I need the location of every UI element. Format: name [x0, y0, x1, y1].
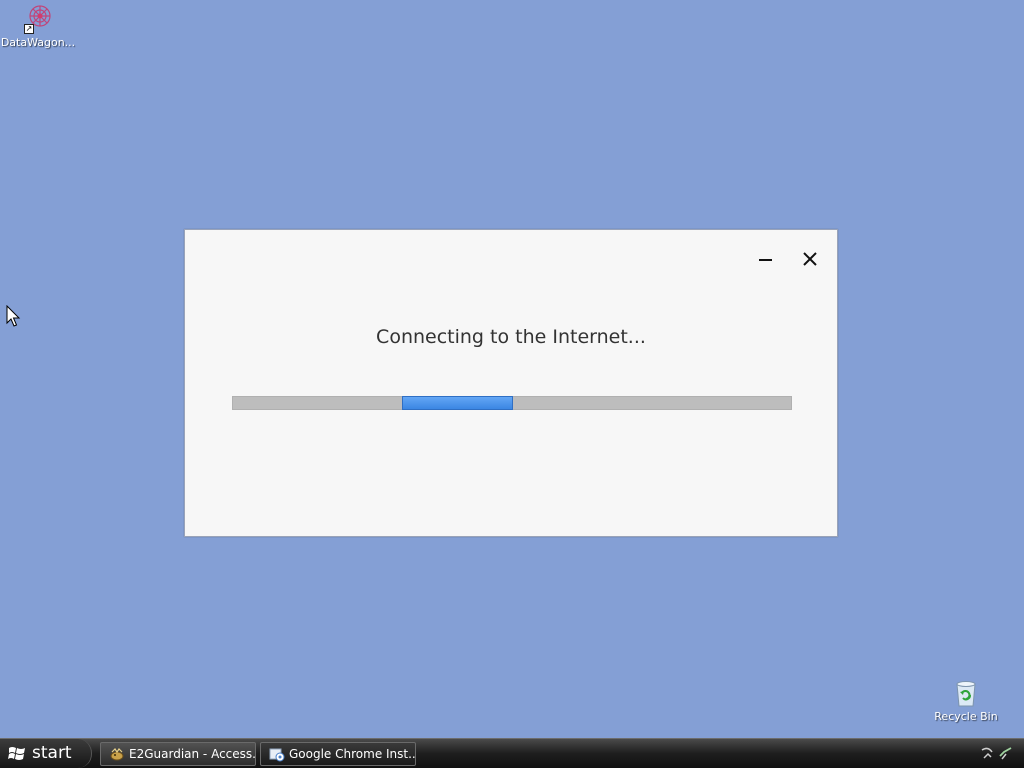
- minimize-button[interactable]: [753, 248, 779, 270]
- progress-marquee-chunk: [402, 396, 513, 410]
- chrome-installer-icon: [269, 748, 285, 762]
- taskbar-button-chrome-installer[interactable]: Google Chrome Inst...: [260, 742, 416, 766]
- shortcut-arrow-icon: ↗: [24, 24, 34, 34]
- e2guardian-icon: [110, 748, 124, 761]
- progress-bar: [232, 396, 792, 410]
- recycle-bin-icon: [950, 676, 982, 708]
- taskbar-button-label: E2Guardian - Access...: [129, 747, 256, 761]
- close-button[interactable]: [797, 248, 823, 270]
- taskbar-button-e2guardian[interactable]: E2Guardian - Access...: [100, 742, 256, 766]
- start-label: start: [32, 743, 72, 763]
- desktop-icon-label: DataWagon...: [0, 36, 76, 49]
- desktop-icon-datawagon[interactable]: ↗ DataWagon...: [0, 2, 76, 49]
- desktop-icon-label: Recycle Bin: [934, 710, 998, 723]
- start-button[interactable]: start: [0, 739, 92, 768]
- desktop-icon-recycle-bin[interactable]: Recycle Bin: [930, 676, 1002, 723]
- close-icon: [803, 252, 817, 266]
- taskbar: start E2Guardian - Access... Google Chro…: [0, 738, 1024, 768]
- datawagon-icon: ↗: [22, 2, 54, 34]
- mouse-cursor-icon: [6, 304, 22, 329]
- installer-dialog: Connecting to the Internet...: [184, 229, 838, 537]
- windows-flag-icon: [8, 747, 25, 760]
- network-icon[interactable]: [981, 747, 993, 759]
- system-tray: [978, 744, 1018, 764]
- taskbar-button-label: Google Chrome Inst...: [289, 747, 416, 761]
- volume-icon[interactable]: [999, 747, 1012, 760]
- connection-status-text: Connecting to the Internet...: [376, 326, 646, 348]
- minimize-icon: [759, 259, 772, 261]
